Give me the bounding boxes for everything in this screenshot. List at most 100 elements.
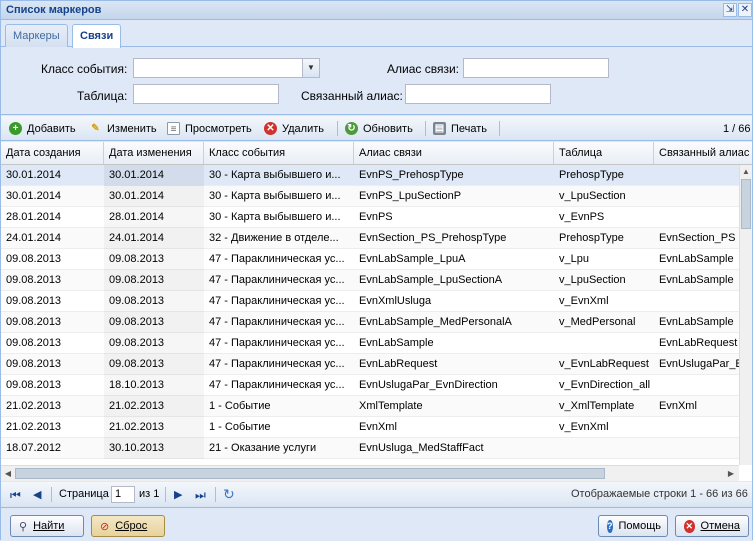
delete-button[interactable]: ✕ Удалить — [264, 120, 324, 137]
find-label: Найти — [33, 520, 65, 532]
table-row[interactable]: 24.01.2014 24.01.2014 32 - Движение в отде… — [1, 228, 739, 249]
refresh-icon[interactable]: ↻ — [223, 486, 235, 503]
table-row[interactable]: 09.08.2013 09.08.2013 47 - Параклиническая… — [1, 291, 739, 312]
table-row[interactable]: 28.01.2014 28.01.2014 30 - Карта выбывшего… — [1, 207, 739, 228]
table-row[interactable]: 09.08.2013 09.08.2013 47 - Параклиническая… — [1, 270, 739, 291]
column-header[interactable]: Алиас связи — [354, 142, 554, 164]
last-page-icon[interactable]: ⏭ — [195, 488, 206, 503]
table-cell: EvnLabSample — [659, 274, 734, 286]
page-number-input[interactable]: 1 — [111, 486, 135, 503]
grid-header: Дата создания Дата изменения Класс событ… — [1, 142, 752, 165]
vertical-scroll-thumb[interactable] — [741, 179, 751, 229]
table-cell: 09.08.2013 — [104, 291, 204, 312]
table-cell: EvnPS_PrehospType — [359, 169, 464, 181]
pencil-icon: ✎ — [91, 123, 100, 134]
first-page-icon[interactable]: ⏮ — [10, 488, 21, 503]
add-button[interactable]: + Добавить — [9, 120, 76, 137]
table-cell: 09.08.2013 — [104, 312, 204, 333]
table-row[interactable]: 18.07.2012 30.10.2013 21 - Оказание услуги… — [1, 438, 739, 459]
reset-label: Сброс — [115, 520, 148, 532]
table-cell: 09.08.2013 — [6, 337, 62, 349]
table-cell: 24.01.2014 — [104, 228, 204, 249]
linked-alias-input[interactable] — [405, 84, 551, 104]
column-header[interactable]: Дата изменения — [104, 142, 204, 164]
close-icon[interactable]: ✕ — [738, 3, 752, 17]
help-button[interactable]: ? Помощь — [598, 515, 668, 537]
table-cell — [554, 333, 654, 354]
table-row[interactable]: 09.08.2013 09.08.2013 47 - Параклиническая… — [1, 312, 739, 333]
table-cell: 30.01.2014 — [6, 190, 62, 202]
table-cell: 30 - Карта выбывшего и... — [209, 190, 341, 202]
table-cell: EvnPS — [359, 211, 393, 223]
horizontal-scrollbar[interactable]: ◀ ▶ — [1, 465, 739, 481]
table-cell — [554, 438, 654, 459]
table-cell: v_Lpu — [559, 253, 589, 265]
table-row[interactable]: 30.01.2014 30.01.2014 30 - Карта выбывшего… — [1, 186, 739, 207]
column-header[interactable]: Таблица — [554, 142, 654, 164]
table-cell — [654, 207, 739, 228]
delete-label: Удалить — [282, 122, 324, 135]
table-cell: 47 - Параклиническая ус... — [209, 295, 345, 307]
refresh-label: Обновить — [363, 122, 413, 135]
table-cell: 30 - Карта выбывшего и... — [209, 211, 341, 223]
next-page-icon[interactable]: ▶ — [174, 488, 182, 501]
table-cell: 09.08.2013 — [104, 354, 204, 375]
table-row[interactable]: 09.08.2013 09.08.2013 47 - Параклиническая… — [1, 354, 739, 375]
table-cell: v_EvnLabRequest — [559, 358, 649, 370]
prev-page-icon[interactable]: ◀ — [33, 488, 41, 501]
table-row[interactable]: 21.02.2013 21.02.2013 1 - Событие XmlTempla… — [1, 396, 739, 417]
table-cell: v_EvnPS — [559, 211, 605, 223]
document-icon: ≡ — [167, 122, 180, 135]
column-header[interactable]: Связанный алиас — [654, 142, 752, 164]
reset-button[interactable]: ⊘ Сброс — [91, 515, 165, 537]
table-cell: 09.08.2013 — [104, 270, 204, 291]
horizontal-scroll-thumb[interactable] — [15, 468, 605, 479]
tab-links[interactable]: Связи — [72, 24, 122, 48]
table-cell: 21.02.2013 — [104, 396, 204, 417]
edit-button[interactable]: ✎ Изменить — [89, 120, 157, 137]
table-cell: 09.08.2013 — [6, 274, 62, 286]
table-row[interactable]: 09.08.2013 09.08.2013 47 - Параклиническая… — [1, 249, 739, 270]
linked-alias-label: Связанный алиас: — [301, 89, 403, 103]
tab-markers[interactable]: Маркеры — [5, 24, 68, 47]
restore-icon[interactable]: ⇲ — [723, 3, 737, 17]
view-label: Просмотреть — [185, 122, 252, 135]
grid-body: 30.01.2014 30.01.2014 30 - Карта выбывшего… — [1, 165, 739, 465]
event-class-combo[interactable]: ▼ — [133, 58, 320, 78]
scroll-up-icon[interactable]: ▲ — [740, 167, 752, 176]
view-button[interactable]: ≡ Просмотреть — [167, 120, 252, 137]
table-row[interactable]: 30.01.2014 30.01.2014 30 - Карта выбывшего… — [1, 165, 739, 186]
toolbar-separator — [499, 121, 500, 136]
filter-panel: Класс события: ▼ Алиас связи: Таблица: С… — [1, 48, 752, 115]
link-alias-input[interactable] — [463, 58, 609, 78]
table-cell: 28.01.2014 — [6, 211, 62, 223]
print-button[interactable]: ▤ Печать — [433, 120, 487, 137]
refresh-button[interactable]: ↻ Обновить — [345, 120, 413, 137]
chevron-down-icon[interactable]: ▼ — [302, 59, 319, 77]
table-cell: 47 - Параклиническая ус... — [209, 358, 345, 370]
table-row[interactable]: 09.08.2013 09.08.2013 47 - Параклиническая… — [1, 333, 739, 354]
scroll-right-icon[interactable]: ▶ — [725, 469, 737, 478]
table-row[interactable]: 21.02.2013 21.02.2013 1 - Событие EvnXml v_E… — [1, 417, 739, 438]
vertical-scrollbar[interactable]: ▲ — [739, 165, 752, 465]
table-row[interactable]: 09.08.2013 18.10.2013 47 - Параклиническая… — [1, 375, 739, 396]
find-button[interactable]: ⚲ Найти — [10, 515, 84, 537]
table-cell — [654, 375, 739, 396]
pager-separator — [51, 487, 52, 502]
edit-label: Изменить — [107, 122, 157, 135]
table-input[interactable] — [133, 84, 279, 104]
table-cell: 09.08.2013 — [6, 253, 62, 265]
table-cell: EvnLabSample_LpuSectionA — [359, 274, 503, 286]
cancel-button[interactable]: ✕ Отмена — [675, 515, 749, 537]
table-cell: 18.10.2013 — [104, 375, 204, 396]
column-header[interactable]: Класс события — [204, 142, 354, 164]
table-cell: EvnXmlUsluga — [359, 295, 432, 307]
table-cell: 47 - Параклиническая ус... — [209, 316, 345, 328]
scroll-left-icon[interactable]: ◀ — [2, 469, 14, 478]
column-header[interactable]: Дата создания — [1, 142, 104, 164]
paging-status: Отображаемые строки 1 - 66 из 66 — [571, 488, 748, 500]
table-cell: 09.08.2013 — [6, 379, 62, 391]
table-cell: EvnLabSample — [359, 337, 434, 349]
table-cell: EvnLabRequest — [659, 337, 738, 349]
table-cell: EvnLabRequest — [359, 358, 438, 370]
